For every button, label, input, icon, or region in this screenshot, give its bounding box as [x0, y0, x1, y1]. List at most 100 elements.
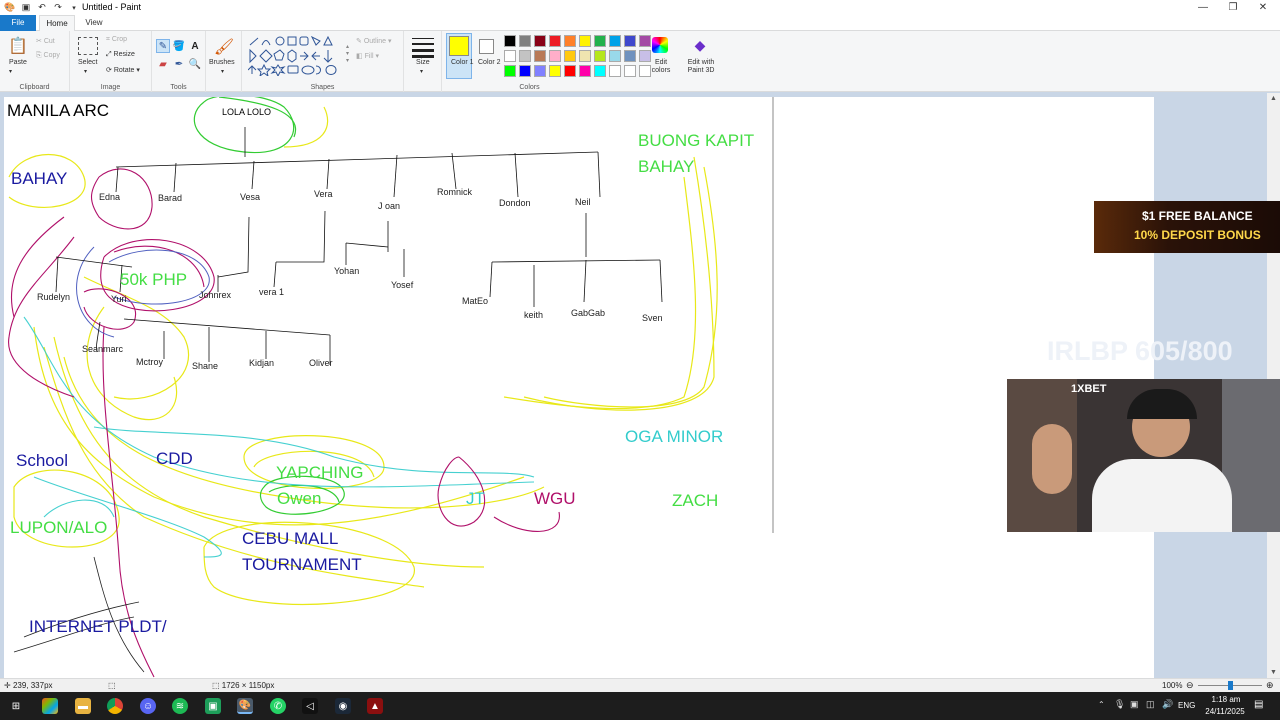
fill-dropdown[interactable]: ◧ Fill ▾ [356, 52, 379, 60]
palette-swatch[interactable] [594, 35, 606, 47]
rotate-button[interactable]: ⟳ Rotate ▾ [106, 66, 140, 74]
tree-grandchild: MatEo [462, 296, 489, 306]
brush-icon[interactable]: 🖌 [213, 36, 235, 58]
network-icon[interactable]: ◫ [1146, 699, 1155, 710]
volume-icon[interactable]: 🔊 [1162, 699, 1173, 710]
palette-swatch[interactable] [639, 50, 651, 62]
brushes-button[interactable]: Brushes [209, 59, 235, 66]
select-button[interactable]: Select [78, 59, 97, 66]
palette-swatch[interactable] [594, 50, 606, 62]
promo-line-2: 10% DEPOSIT BONUS [1134, 228, 1261, 242]
zoom-in-button[interactable]: ⊕ [1266, 680, 1274, 691]
edit-colors-button[interactable]: Edit colors [651, 59, 671, 75]
tray-app-icon[interactable]: ▣ [1130, 699, 1139, 710]
palette-swatch[interactable] [639, 35, 651, 47]
label-jt: JT [466, 489, 485, 508]
magnifier-icon[interactable]: 🔍 [188, 57, 202, 71]
save-icon[interactable]: ▣ [20, 2, 32, 14]
palette-swatch[interactable] [534, 65, 546, 77]
microphone-icon[interactable]: 🎙 [1114, 699, 1125, 710]
minimize-button[interactable]: — [1188, 0, 1218, 15]
crop-button[interactable]: ⌗ Crop [106, 36, 127, 44]
tray-chevron-icon[interactable]: ⌃ [1098, 700, 1105, 709]
color-picker-icon[interactable]: ✒ [172, 57, 186, 71]
resize-button[interactable]: ⤢ Resize [106, 51, 135, 59]
palette-swatch[interactable] [504, 35, 516, 47]
file-explorer-icon[interactable]: ▬ [75, 698, 91, 714]
palette-swatch[interactable] [609, 50, 621, 62]
clock-time[interactable]: 1:18 am [1206, 695, 1246, 704]
close-button[interactable]: ✕ [1248, 0, 1278, 15]
zoom-slider-thumb[interactable] [1228, 681, 1233, 690]
palette-swatch[interactable] [609, 35, 621, 47]
quick-access-dropdown-icon[interactable]: ▾ [68, 2, 80, 14]
paint-app-icon: 🎨 [4, 2, 16, 12]
windows-start-icon[interactable]: ⊞ [8, 698, 24, 714]
eraser-icon[interactable]: ▰ [156, 57, 170, 71]
palette-swatch[interactable] [549, 50, 561, 62]
fill-icon[interactable]: 🪣 [172, 39, 186, 53]
color2-swatch[interactable] [479, 39, 494, 54]
scroll-down-icon[interactable]: ▼ [1270, 669, 1277, 676]
size-icon[interactable] [412, 36, 434, 58]
palette-swatch[interactable] [639, 65, 651, 77]
palette-swatch[interactable] [579, 35, 591, 47]
palette-swatch[interactable] [504, 50, 516, 62]
palette-swatch[interactable] [564, 65, 576, 77]
palette-swatch[interactable] [564, 50, 576, 62]
red-app-icon[interactable]: ▲ [367, 698, 383, 714]
steam-icon[interactable]: ◉ [335, 698, 351, 714]
drawing-canvas[interactable]: MANILA ARC LOLA LOLO BAHAY BUONG KAPIT B… [4, 97, 1154, 678]
palette-swatch[interactable] [624, 35, 636, 47]
language-indicator[interactable]: ENG [1178, 701, 1195, 710]
palette-swatch[interactable] [519, 35, 531, 47]
palette-swatch[interactable] [624, 50, 636, 62]
green-app-icon[interactable]: ▣ [205, 698, 221, 714]
redo-icon[interactable]: ↷ [52, 2, 64, 14]
select-icon[interactable] [78, 37, 98, 55]
cut-button[interactable]: ✂ Cut [36, 37, 55, 45]
undo-icon[interactable]: ↶ [36, 2, 48, 14]
whatsapp-icon[interactable]: ✆ [270, 698, 286, 714]
chrome-icon[interactable] [107, 698, 123, 714]
notifications-icon[interactable]: ▤ [1254, 699, 1263, 710]
discord-icon[interactable]: ☺ [140, 698, 156, 714]
tab-home[interactable]: Home [39, 15, 75, 31]
palette-swatch[interactable] [534, 35, 546, 47]
tab-view[interactable]: View [77, 15, 111, 31]
palette-swatch[interactable] [504, 65, 516, 77]
tab-file[interactable]: File [0, 15, 36, 31]
palette-swatch[interactable] [519, 50, 531, 62]
paste-button[interactable]: Paste [9, 59, 27, 66]
paint3d-icon[interactable]: ◆ [691, 36, 709, 54]
palette-swatch[interactable] [519, 65, 531, 77]
size-button[interactable]: Size [416, 59, 430, 66]
webcam-brand: 1XBET [1071, 383, 1107, 395]
tree-grandchild: vera 1 [259, 287, 285, 297]
scroll-up-icon[interactable]: ▲ [1270, 95, 1277, 102]
palette-swatch[interactable] [549, 65, 561, 77]
colorful-app-icon[interactable] [42, 698, 58, 714]
paste-icon[interactable]: 📋 [6, 35, 30, 57]
spotify-icon[interactable]: ≋ [172, 698, 188, 714]
edit-colors-icon[interactable] [652, 37, 668, 53]
paint-taskbar-icon[interactable]: 🎨 [237, 698, 253, 714]
palette-swatch[interactable] [534, 50, 546, 62]
pencil-icon[interactable]: ✎ [156, 39, 170, 53]
text-icon[interactable]: A [188, 39, 202, 53]
maximize-button[interactable]: ❐ [1218, 0, 1248, 15]
palette-swatch[interactable] [624, 65, 636, 77]
clock-date[interactable]: 24/11/2025 [1200, 707, 1250, 716]
copy-button[interactable]: ⎘ Copy [36, 52, 60, 60]
shapes-gallery-icon[interactable] [248, 36, 348, 76]
zoom-out-button[interactable]: ⊖ [1186, 680, 1194, 691]
palette-swatch[interactable] [579, 65, 591, 77]
palette-swatch[interactable] [564, 35, 576, 47]
palette-swatch[interactable] [579, 50, 591, 62]
palette-swatch[interactable] [594, 65, 606, 77]
capcut-icon[interactable]: ◁ [302, 698, 318, 714]
palette-swatch[interactable] [549, 35, 561, 47]
outline-dropdown[interactable]: ✎ Outline ▾ [356, 37, 391, 45]
paint3d-button[interactable]: Edit with Paint 3D [681, 59, 721, 75]
palette-swatch[interactable] [609, 65, 621, 77]
